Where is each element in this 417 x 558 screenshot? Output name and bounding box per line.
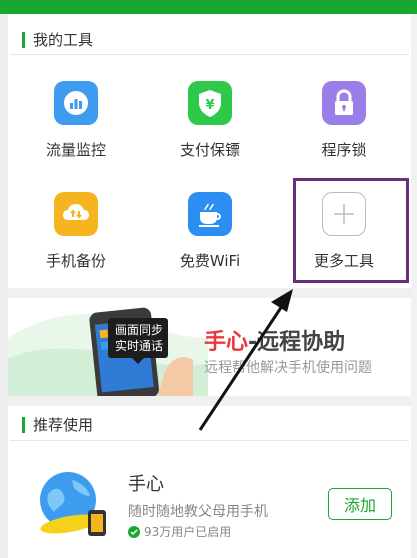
- svg-text:¥: ¥: [205, 98, 214, 113]
- banner-title-rest: -远程协助: [248, 330, 346, 355]
- tool-payment-guard[interactable]: ¥ 支付保镖: [155, 81, 265, 160]
- highlight-box: [293, 178, 409, 283]
- phone-backup-icon: [54, 192, 98, 236]
- section-gap: [8, 288, 411, 298]
- top-status-bar: [0, 0, 417, 14]
- section-accent-bar: [22, 416, 25, 433]
- app-users-count: 93万用户已启用: [144, 525, 232, 539]
- app-lock-icon: [322, 81, 366, 125]
- recommended-header: 推荐使用: [22, 414, 93, 435]
- app-description: 随时随地教父母用手机: [128, 504, 268, 520]
- tool-label: 免费WiFi: [179, 252, 241, 270]
- traffic-monitor-icon: [54, 81, 98, 125]
- tool-label: 流量监控: [45, 141, 106, 159]
- free-wifi-icon: [188, 192, 232, 236]
- tool-app-lock[interactable]: 程序锁: [289, 81, 399, 160]
- badge-line2: 实时通话: [114, 339, 163, 353]
- my-tools-header: 我的工具: [22, 29, 93, 50]
- check-icon: [128, 525, 140, 538]
- app-name: 手心: [128, 474, 164, 495]
- tool-label: 程序锁: [321, 141, 367, 159]
- payment-guard-icon: ¥: [188, 81, 232, 125]
- tool-traffic-monitor[interactable]: 流量监控: [21, 81, 131, 160]
- section-divider: [10, 54, 409, 55]
- tool-label: 手机备份: [45, 252, 106, 270]
- banner-title-highlight: 手心: [204, 330, 249, 355]
- app-users: 93万用户已启用: [128, 523, 231, 540]
- banner-title: 手心-远程协助: [204, 324, 345, 356]
- recommended-title: 推荐使用: [33, 416, 94, 434]
- my-tools-title: 我的工具: [33, 31, 94, 49]
- left-edge: [0, 14, 8, 558]
- section-accent-bar: [22, 31, 25, 48]
- section-gap: [8, 396, 411, 406]
- tool-free-wifi[interactable]: 免费WiFi: [155, 192, 265, 271]
- banner-badge: 画面同步 实时通话: [106, 322, 172, 354]
- tool-label: 支付保镖: [179, 141, 240, 159]
- tool-phone-backup[interactable]: 手机备份: [21, 192, 131, 271]
- right-edge: [411, 14, 417, 558]
- remote-assist-banner[interactable]: 画面同步 实时通话 手心-远程协助 远程帮他解决手机使用问题: [8, 298, 411, 396]
- badge-line1: 画面同步: [114, 323, 163, 337]
- section-divider: [10, 440, 409, 441]
- add-button[interactable]: 添加: [328, 488, 392, 520]
- banner-subtitle: 远程帮他解决手机使用问题: [204, 360, 372, 376]
- app-logo: [34, 466, 110, 542]
